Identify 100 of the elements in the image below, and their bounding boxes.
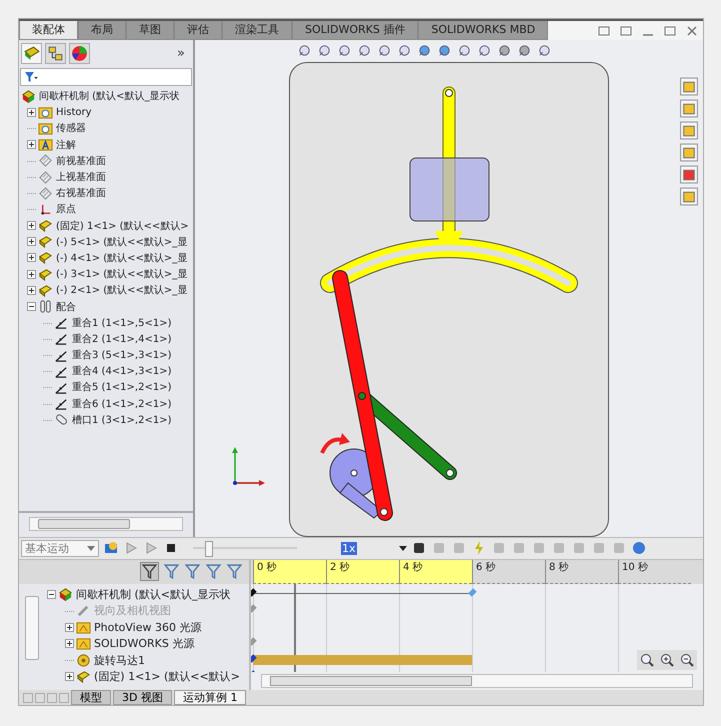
ribbon-tab[interactable]: SOLIDWORKS MBD	[418, 21, 548, 40]
tile-icon[interactable]	[598, 25, 610, 37]
tree-item[interactable]: 原点	[56, 202, 76, 216]
expand-toggle[interactable]	[27, 302, 36, 311]
assembly-icon	[21, 88, 36, 104]
filter-selected-icon[interactable]	[205, 563, 222, 580]
filter-icon[interactable]	[140, 562, 159, 582]
tree-item[interactable]: 配合	[56, 300, 76, 314]
slot-mate-icon	[54, 412, 69, 428]
study-tab[interactable]: 运动算例 1	[174, 690, 246, 705]
plane-icon	[38, 186, 53, 201]
expand-toggle[interactable]	[27, 253, 36, 262]
light-folder-icon	[76, 636, 91, 652]
tree-item[interactable]: (固定) 1<1> (默认<<默认>	[56, 218, 189, 233]
ribbon-tab[interactable]: 渲染工具	[222, 21, 292, 40]
key-point[interactable]	[251, 588, 257, 597]
scrollbar[interactable]	[29, 516, 183, 531]
sensor-folder-icon	[38, 120, 53, 136]
expand-toggle[interactable]	[27, 270, 36, 279]
scrollbar[interactable]	[261, 674, 693, 688]
ribbon-tab[interactable]: 布局	[78, 21, 126, 40]
restore-icon[interactable]	[664, 25, 676, 37]
tree-item[interactable]: PhotoView 360 光源	[94, 620, 202, 635]
tree-item[interactable]: (-) 3<1> (默认<<默认>_显	[56, 267, 188, 282]
axis-triad-icon	[229, 444, 265, 489]
expand-toggle[interactable]	[27, 286, 36, 295]
tree-item[interactable]: 传感器	[56, 121, 86, 136]
part-icon	[38, 266, 53, 282]
time-ruler-segment: 6 秒	[472, 560, 545, 584]
assembly-icon	[58, 586, 73, 602]
tree-item[interactable]: 重合3 (5<1>,3<1>)	[72, 348, 172, 362]
tree-item[interactable]: 上视基准面	[56, 170, 106, 184]
feature-tree-icon[interactable]	[21, 43, 42, 64]
config-icon[interactable]	[69, 43, 90, 64]
time-ruler-segment: 10 秒	[618, 560, 691, 584]
expand-toggle[interactable]	[27, 221, 36, 230]
zoom-in-icon[interactable]	[659, 652, 675, 668]
scrollbar[interactable]	[25, 596, 39, 660]
time-ruler-segment: 8 秒	[545, 560, 618, 584]
filter-icon	[24, 70, 38, 83]
playback-slider[interactable]	[193, 541, 297, 556]
tree-item[interactable]: 重合1 (1<1>,5<1>)	[72, 316, 172, 330]
tree-item[interactable]: 间歇杆机制 (默认<默认_显示状	[39, 89, 180, 104]
tree-item[interactable]: (固定) 1<1> (默认<<默认>	[94, 669, 240, 684]
expand-toggle[interactable]	[27, 237, 36, 246]
speed-dropdown[interactable]: 1x	[341, 542, 407, 555]
time-ruler-segment: 2 秒	[326, 560, 399, 584]
filter-field[interactable]	[20, 68, 192, 86]
expand-toggle[interactable]	[65, 622, 74, 632]
plane-icon	[38, 153, 53, 168]
tree-item[interactable]: (-) 5<1> (默认<<默认>_显	[56, 234, 188, 249]
zoom-out-icon[interactable]	[679, 652, 695, 668]
study-type-dropdown[interactable]: 基本运动	[21, 540, 99, 557]
tree-item[interactable]: (-) 4<1> (默认<<默认>_显	[56, 250, 188, 265]
tree-item[interactable]: 重合4 (4<1>,3<1>)	[72, 364, 172, 378]
property-icon[interactable]	[45, 43, 66, 64]
tree-item[interactable]: 重合6 (1<1>,2<1>)	[72, 396, 172, 411]
tree-item[interactable]: 前视基准面	[56, 154, 106, 168]
caret-icon	[399, 546, 407, 551]
tree-item[interactable]: (-) 2<1> (默认<<默认>_显	[56, 283, 188, 298]
camera-view-icon	[76, 603, 91, 618]
tree-item[interactable]: 右视基准面	[56, 186, 106, 200]
expand-toggle[interactable]	[27, 108, 36, 117]
ribbon-tab[interactable]: 装配体	[19, 21, 78, 40]
expand-toggle[interactable]	[65, 672, 74, 682]
expand-toggle[interactable]	[65, 639, 74, 648]
tree-item[interactable]: 槽口1 (3<1>,2<1>)	[72, 412, 172, 427]
filter-results-icon[interactable]	[226, 563, 243, 580]
ribbon-tab[interactable]: 评估	[174, 21, 222, 40]
history-folder-icon	[38, 104, 53, 120]
close-icon[interactable]	[686, 25, 698, 37]
filter-driving-icon[interactable]	[184, 563, 201, 580]
cascade-icon[interactable]	[620, 25, 632, 37]
tree-item[interactable]: 间歇杆机制 (默认<默认_显示状	[76, 586, 231, 602]
expand-toggle[interactable]	[47, 590, 56, 599]
part-icon	[38, 218, 53, 234]
time-ruler-segment: 4 秒	[399, 560, 472, 584]
tree-item[interactable]: SOLIDWORKS 光源	[94, 636, 194, 652]
time-ruler-segment: 0 秒	[253, 560, 326, 584]
light-folder-icon	[76, 620, 91, 635]
tree-item[interactable]: 重合2 (1<1>,4<1>)	[72, 332, 172, 346]
filter-animated-icon[interactable]	[163, 563, 180, 580]
part-icon	[38, 282, 53, 298]
part-icon	[76, 669, 91, 684]
tree-item[interactable]: 旋转马达1	[94, 652, 145, 668]
caret-icon	[87, 546, 95, 551]
study-tab[interactable]: 3D 视图	[113, 690, 172, 705]
part-icon	[38, 250, 53, 266]
paperclip-icon	[38, 299, 53, 314]
expand-toggle[interactable]	[27, 140, 36, 150]
ribbon-tab[interactable]: SOLIDWORKS 插件	[292, 21, 418, 40]
key-point[interactable]	[251, 654, 257, 663]
study-tab[interactable]: 模型	[71, 690, 111, 705]
more-panels-button[interactable]: »	[171, 46, 191, 62]
tree-item[interactable]: History	[56, 106, 92, 118]
ribbon-tab[interactable]: 草图	[126, 21, 174, 40]
tree-item[interactable]: 重合5 (1<1>,2<1>)	[72, 380, 172, 394]
tree-item[interactable]: 注解	[56, 138, 76, 152]
plane-icon	[38, 170, 53, 184]
part-icon	[38, 234, 53, 250]
